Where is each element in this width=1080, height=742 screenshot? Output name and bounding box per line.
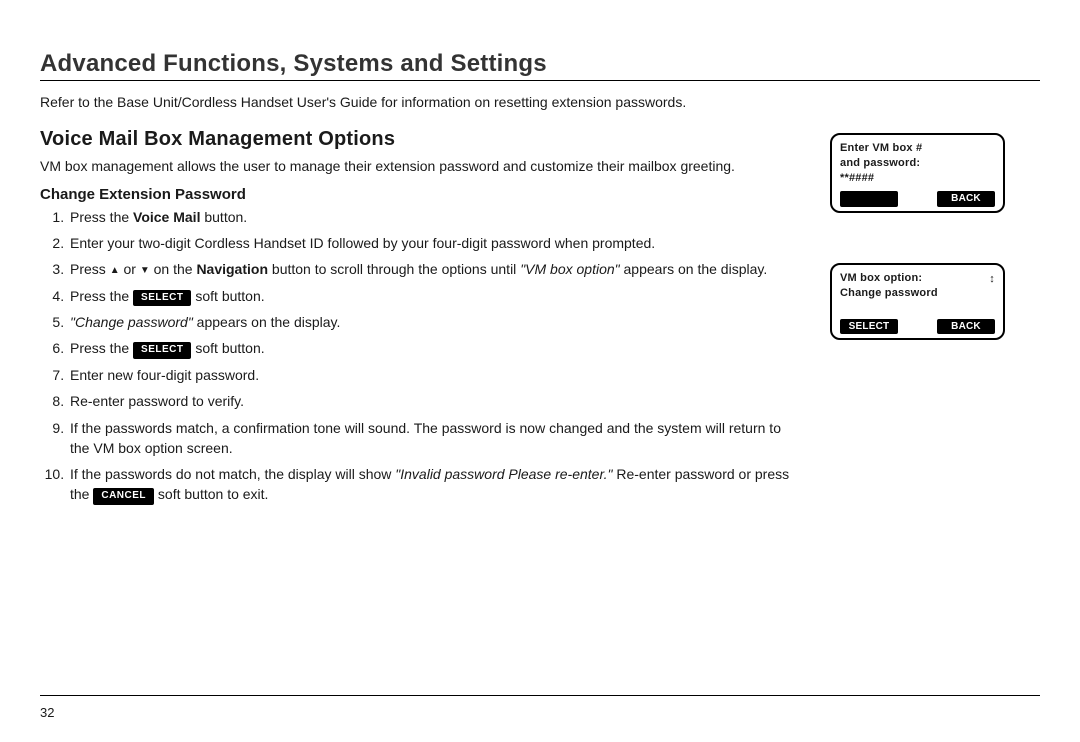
step-1: Press the Voice Mail button. (68, 207, 800, 227)
screen1-line1: Enter VM box # (840, 141, 995, 156)
content-row: Voice Mail Box Management Options VM box… (40, 128, 1040, 511)
section-title: Advanced Functions, Systems and Settings (40, 50, 1040, 81)
subsection-title: Voice Mail Box Management Options (40, 128, 800, 151)
phone-screen-1: Enter VM box # and password: **#### BACK (830, 133, 1005, 213)
step-3: Press ▲ or ▼ on the Navigation button to… (68, 259, 800, 279)
screen1-soft-left (840, 191, 898, 207)
step-10: If the passwords do not match, the displ… (68, 464, 800, 505)
subsection-desc: VM box management allows the user to man… (40, 157, 800, 176)
screen2-soft-right: BACK (937, 319, 995, 335)
left-column: Voice Mail Box Management Options VM box… (40, 128, 800, 511)
screen1-soft-right: BACK (937, 191, 995, 207)
screen2-soft-left: SELECT (840, 319, 898, 335)
steps-list: Press the Voice Mail button. Enter your … (40, 207, 800, 505)
step-6: Press the SELECT soft button. (68, 338, 800, 359)
up-arrow-icon: ▲ (110, 264, 120, 279)
screen2-line2: Change password (840, 286, 995, 301)
updown-arrow-icon: ↕ (989, 272, 995, 287)
page-number: 32 (40, 705, 54, 720)
right-column: Enter VM box # and password: **#### BACK… (830, 128, 1020, 340)
phone-screen-2: ↕ VM box option: Change password SELECT … (830, 263, 1005, 340)
select-soft-button: SELECT (133, 290, 191, 307)
select-soft-button: SELECT (133, 342, 191, 359)
footer-rule (40, 695, 1040, 696)
screen2-line1: VM box option: (840, 271, 995, 286)
step-7: Enter new four-digit password. (68, 365, 800, 385)
step-4: Press the SELECT soft button. (68, 286, 800, 307)
intro-text: Refer to the Base Unit/Cordless Handset … (40, 93, 820, 112)
cancel-soft-button: CANCEL (93, 488, 154, 505)
step-5: "Change password" appears on the display… (68, 312, 800, 332)
procedure-title: Change Extension Password (40, 186, 800, 203)
step-9: If the passwords match, a confirmation t… (68, 418, 800, 459)
screen1-line2: and password: (840, 156, 995, 171)
step-2: Enter your two-digit Cordless Handset ID… (68, 233, 800, 253)
screen1-line3: **#### (840, 171, 995, 186)
down-arrow-icon: ▼ (140, 264, 150, 279)
step-8: Re-enter password to verify. (68, 391, 800, 411)
